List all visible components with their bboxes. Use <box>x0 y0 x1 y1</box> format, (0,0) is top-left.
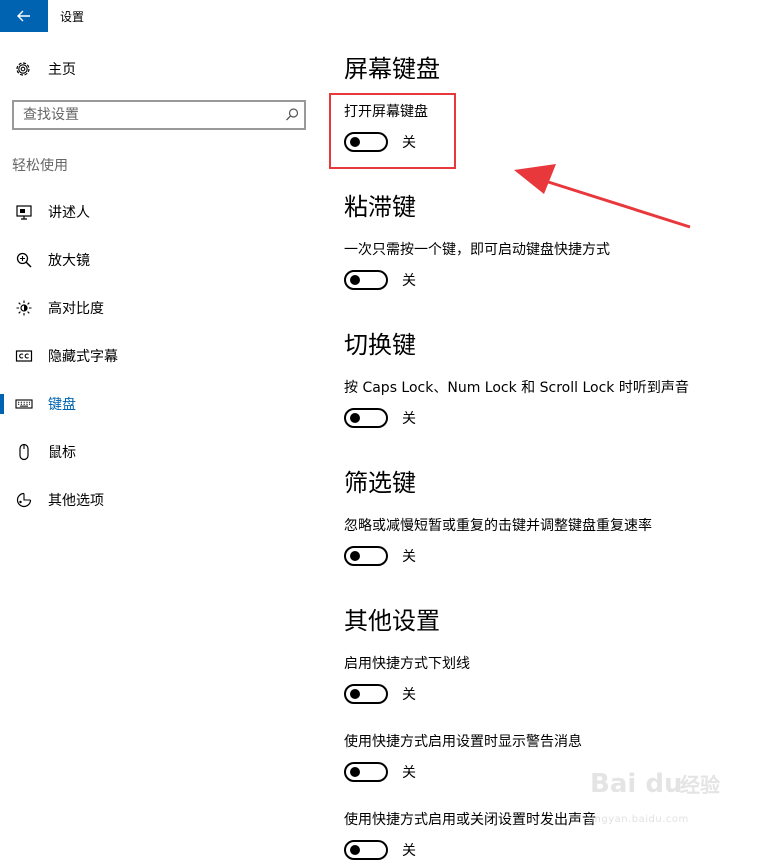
sidebar-item-magnifier[interactable]: 放大镜 <box>0 236 320 284</box>
search-input[interactable] <box>14 102 273 128</box>
back-arrow-icon <box>17 10 30 22</box>
sticky-keys-toggle[interactable] <box>344 270 388 290</box>
toggle-knob <box>350 689 360 699</box>
back-button[interactable] <box>0 0 48 32</box>
svg-text:Bai du: Bai du <box>590 769 682 799</box>
shortcut-warning-label: 使用快捷方式启用设置时显示警告消息 <box>344 734 582 750</box>
annotation-highlight-box <box>329 93 456 169</box>
toggle-keys-label: 按 Caps Lock、Num Lock 和 Scroll Lock 时听到声音 <box>344 380 689 396</box>
sidebar-item-label: 高对比度 <box>48 301 104 317</box>
section-title-other-settings: 其他设置 <box>344 607 440 635</box>
underline-shortcuts-toggle-state: 关 <box>402 687 416 703</box>
sidebar-home-label: 主页 <box>48 62 76 78</box>
sidebar-item-label: 放大镜 <box>48 253 90 269</box>
shortcut-sound-toggle[interactable] <box>344 840 388 860</box>
sidebar-item-label: 键盘 <box>48 397 76 413</box>
filter-keys-label: 忽略或减慢短暂或重复的击键并调整键盘重复速率 <box>344 518 652 534</box>
annotation-arrow-icon <box>514 164 691 229</box>
sticky-keys-label: 一次只需按一个键，即可启动键盘快捷方式 <box>344 242 610 258</box>
filter-keys-toggle-state: 关 <box>402 549 416 565</box>
sidebar-item-label: 其他选项 <box>48 493 104 509</box>
toggle-knob <box>350 275 360 285</box>
sidebar-item-narrator[interactable]: 讲述人 <box>0 188 320 236</box>
underline-shortcuts-label: 启用快捷方式下划线 <box>344 656 470 672</box>
watermark-logo: Bai du 经验 <box>590 769 720 799</box>
shortcut-warning-toggle[interactable] <box>344 762 388 782</box>
toggle-knob <box>350 551 360 561</box>
magnifier-icon <box>15 251 33 269</box>
toggle-keys-toggle[interactable] <box>344 408 388 428</box>
mouse-icon <box>15 443 33 461</box>
shortcut-sound-toggle-state: 关 <box>402 843 416 859</box>
section-title-osk: 屏幕键盘 <box>344 55 440 83</box>
other-options-icon <box>15 491 33 509</box>
shortcut-warning-toggle-state: 关 <box>402 765 416 781</box>
sidebar-item-home[interactable]: 主页 <box>14 58 76 80</box>
sidebar-item-label: 鼠标 <box>48 445 76 461</box>
sidebar-section-label: 轻松使用 <box>12 158 68 174</box>
sidebar-item-label: 隐藏式字幕 <box>48 349 118 365</box>
toggle-knob <box>350 767 360 777</box>
sticky-keys-toggle-state: 关 <box>402 273 416 289</box>
toggle-keys-toggle-state: 关 <box>402 411 416 427</box>
sidebar-item-high-contrast[interactable]: 高对比度 <box>0 284 320 332</box>
app-title: 设置 <box>60 10 85 24</box>
watermark: Bai du 经验 jingyan.baidu.com <box>588 762 738 825</box>
sidebar-item-other-options[interactable]: 其他选项 <box>0 476 320 524</box>
filter-keys-toggle[interactable] <box>344 546 388 566</box>
closed-captions-icon <box>15 347 33 365</box>
watermark-url: jingyan.baidu.com <box>588 814 689 825</box>
gear-icon <box>16 62 30 76</box>
svg-text:经验: 经验 <box>680 773 720 797</box>
toggle-knob <box>350 845 360 855</box>
keyboard-icon <box>15 395 33 413</box>
search-box[interactable] <box>12 100 306 130</box>
search-icon <box>286 108 299 121</box>
high-contrast-icon <box>15 299 33 317</box>
sidebar-item-keyboard[interactable]: 键盘 <box>0 380 320 428</box>
underline-shortcuts-toggle[interactable] <box>344 684 388 704</box>
toggle-knob <box>350 413 360 423</box>
sidebar-item-mouse[interactable]: 鼠标 <box>0 428 320 476</box>
narrator-icon <box>15 203 33 221</box>
sidebar-nav: 讲述人 放大镜 高对比度 隐藏式字幕 键盘 鼠标 其他选项 <box>0 188 320 524</box>
sidebar-item-closed-captions[interactable]: 隐藏式字幕 <box>0 332 320 380</box>
sidebar-item-label: 讲述人 <box>48 205 90 221</box>
section-title-filter-keys: 筛选键 <box>344 469 416 497</box>
section-title-toggle-keys: 切换键 <box>344 331 416 359</box>
